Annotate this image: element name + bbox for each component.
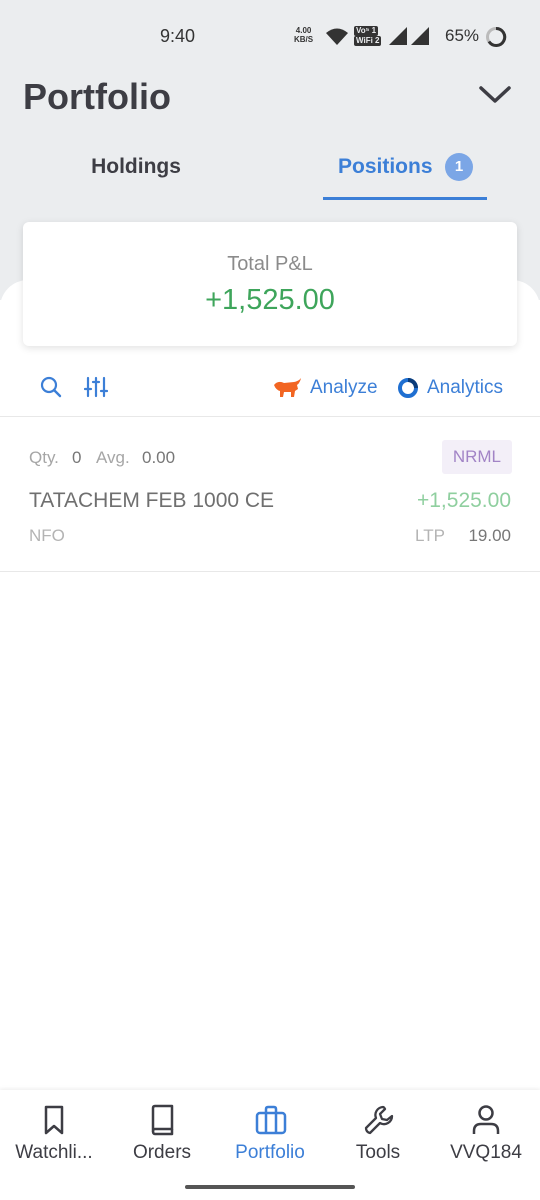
tab-positions[interactable]: Positions 1	[323, 140, 487, 200]
briefcase-icon	[255, 1105, 287, 1135]
page-title: Portfolio	[23, 76, 171, 117]
tab-label: Holdings	[91, 155, 181, 178]
signal-icon	[389, 27, 407, 45]
exchange-label: NFO	[29, 526, 65, 545]
signal-icon	[411, 27, 429, 45]
volte-icon: Vo⁵ 1 WiFi 2	[354, 26, 382, 46]
positions-toolbar: Analyze Analytics	[0, 360, 540, 417]
analytics-button[interactable]: Analytics	[397, 374, 503, 402]
nav-label: Portfolio	[235, 1142, 305, 1163]
ltp-value: 19.00	[468, 526, 511, 545]
filter-sliders-icon[interactable]	[84, 376, 108, 398]
network-speed: 4.00 KB/S	[294, 26, 314, 44]
total-pnl-value: +1,525.00	[205, 284, 335, 316]
nav-item-tools[interactable]: Tools	[324, 1090, 432, 1180]
nav-label: Orders	[132, 1142, 192, 1163]
tab-label: Positions	[338, 155, 433, 178]
nav-item-watchlist[interactable]: Watchli...	[0, 1090, 108, 1180]
analyze-label: Analyze	[310, 377, 378, 398]
bookmark-icon	[44, 1105, 64, 1135]
analyze-button[interactable]: Analyze	[272, 374, 378, 402]
status-time: 9:40	[160, 26, 196, 46]
nav-label: VVQ184	[450, 1142, 522, 1163]
nav-item-portfolio[interactable]: Portfolio	[216, 1090, 324, 1180]
nav-item-profile[interactable]: VVQ184	[432, 1090, 540, 1180]
tab-holdings[interactable]: Holdings	[80, 140, 192, 200]
total-pnl-card: Total P&L +1,525.00	[23, 222, 517, 346]
nav-label: Tools	[355, 1142, 401, 1163]
ltp-label: LTP	[415, 526, 445, 545]
wifi-icon	[326, 28, 348, 45]
positions-count-badge: 1	[445, 153, 473, 181]
position-row[interactable]: Qty. 0 Avg. 0.00 NRML TATACHEM FEB 1000 …	[0, 418, 540, 572]
analytics-icon	[398, 378, 418, 398]
book-icon	[151, 1104, 174, 1136]
chevron-down-icon[interactable]	[478, 84, 512, 106]
nav-label: Watchli...	[15, 1142, 93, 1163]
wrench-icon	[364, 1105, 394, 1135]
avg-value: 0.00	[142, 448, 176, 467]
avg-label: Avg.	[96, 448, 130, 467]
bottom-nav: Watchli... Orders Portfolio Tools VVQ184	[0, 1090, 540, 1200]
position-pnl: +1,525.00	[416, 489, 511, 512]
home-indicator[interactable]	[185, 1185, 355, 1189]
nav-item-orders[interactable]: Orders	[108, 1090, 216, 1180]
search-icon[interactable]	[40, 376, 62, 398]
total-pnl-label: Total P&L	[227, 253, 313, 275]
instrument-name: TATACHEM FEB 1000 CE	[29, 489, 275, 512]
user-icon	[472, 1105, 500, 1134]
bull-icon	[274, 378, 301, 397]
qty-label: Qty.	[29, 448, 59, 467]
battery-icon	[486, 26, 507, 47]
battery-percent: 65%	[445, 26, 480, 45]
qty-value: 0	[72, 448, 82, 467]
product-type-badge: NRML	[441, 440, 512, 474]
analytics-label: Analytics	[427, 377, 504, 398]
status-bar: 9:40 4.00 KB/S Vo⁵ 1 WiFi 2 65%	[0, 0, 540, 72]
